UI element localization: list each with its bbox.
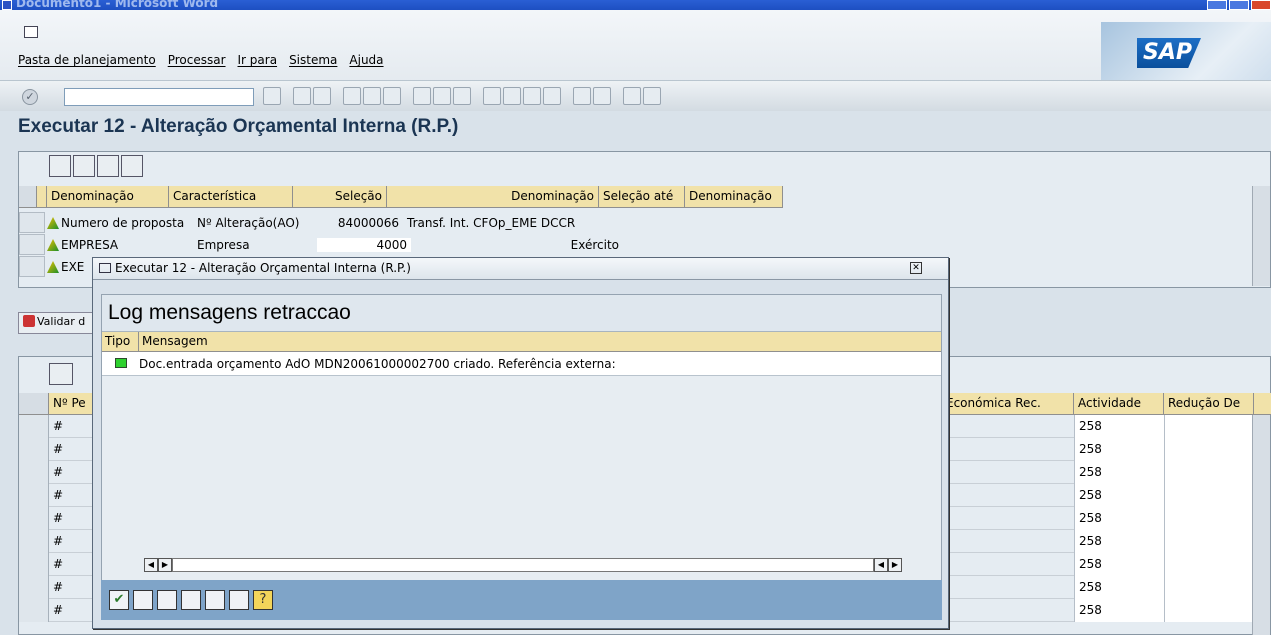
table-row[interactable]: EMPRESA Empresa 4000 Exército <box>19 234 623 255</box>
prev-page-icon[interactable] <box>503 87 521 105</box>
word-title-bar: Documento1 - Microsoft Word <box>0 0 1271 10</box>
selection-scrollbar[interactable] <box>1252 186 1270 286</box>
word-app-icon <box>2 0 12 10</box>
delete-icon[interactable] <box>97 155 119 177</box>
dialog-close-icon[interactable]: ✕ <box>910 262 922 274</box>
scroll-right-icon[interactable]: ▶ <box>158 558 172 572</box>
layout-icon[interactable] <box>229 590 249 610</box>
menu-ir-para[interactable]: Ir para <box>238 53 278 67</box>
validate-icon <box>23 315 35 327</box>
selecao-input[interactable]: 4000 <box>317 237 411 252</box>
select-all-icon[interactable] <box>19 186 37 208</box>
col-denominacao[interactable]: Denominação <box>47 186 169 208</box>
lower-scrollbar[interactable] <box>1252 415 1270 635</box>
print-icon[interactable] <box>133 590 153 610</box>
col-tipo[interactable]: Tipo <box>102 332 139 351</box>
select-all-icon[interactable] <box>19 393 49 414</box>
log-header: Tipo Mensagem <box>102 332 941 352</box>
log-hscroll[interactable]: ◀ ▶ ◀ ▶ <box>144 557 902 573</box>
command-field[interactable] <box>64 88 254 106</box>
new-session-icon[interactable] <box>573 87 591 105</box>
dialog-title-bar: Executar 12 - Alteração Orçamental Inter… <box>93 258 948 280</box>
menu-sistema[interactable]: Sistema <box>289 53 337 67</box>
col-actividade[interactable]: Actividade <box>1074 393 1164 414</box>
scroll-left-icon-2[interactable]: ◀ <box>874 558 888 572</box>
menu-ajuda[interactable]: Ajuda <box>349 53 383 67</box>
shortcut-icon[interactable] <box>593 87 611 105</box>
next-page-icon[interactable] <box>523 87 541 105</box>
log-message-text: Doc.entrada orçamento AdO MDN20061000002… <box>139 356 616 371</box>
print-icon[interactable] <box>413 87 431 105</box>
col-mensagem[interactable]: Mensagem <box>139 332 939 351</box>
details-icon[interactable] <box>49 363 73 385</box>
log-title: Log mensagens retraccao <box>102 295 941 332</box>
minimize-icon[interactable] <box>1207 0 1227 10</box>
save-icon[interactable] <box>313 87 331 105</box>
col-reducao[interactable]: Redução De <box>1164 393 1254 414</box>
filter-icon[interactable] <box>157 590 177 610</box>
log-message-row[interactable]: Doc.entrada orçamento AdO MDN20061000002… <box>102 352 941 376</box>
col-denominacao-2[interactable]: Denominação <box>387 186 599 208</box>
col-caracteristica[interactable]: Característica <box>169 186 293 208</box>
hierarchy-icon <box>47 261 59 273</box>
menu-processar[interactable]: Processar <box>168 53 226 67</box>
log-dialog: Executar 12 - Alteração Orçamental Inter… <box>92 257 949 629</box>
row-selector[interactable] <box>19 212 45 233</box>
continue-check-icon[interactable]: ✔ <box>109 590 129 610</box>
find-icon[interactable] <box>433 87 451 105</box>
window-controls <box>1207 0 1271 10</box>
sap-header: Pasta de planejamento Processar Ir para … <box>0 10 1271 111</box>
standard-toolbar: ✓ <box>0 80 1271 111</box>
menu-pasta[interactable]: Pasta de planejamento <box>18 53 156 67</box>
hierarchy-icon <box>47 239 59 251</box>
first-page-icon[interactable] <box>483 87 501 105</box>
dialog-footer-toolbar: ✔ ? <box>101 580 942 620</box>
col-economica[interactable]: Económica Rec. <box>942 393 1074 414</box>
selection-toolbar <box>49 155 143 177</box>
dialog-window-icon <box>99 263 111 273</box>
find-icon[interactable] <box>181 590 201 610</box>
selection-grid-header: Denominação Característica Seleção Denom… <box>19 186 783 208</box>
row-selector[interactable] <box>19 234 45 255</box>
window-title: Documento1 - Microsoft Word <box>16 0 219 10</box>
refresh-icon[interactable] <box>73 155 95 177</box>
back-icon[interactable] <box>343 87 361 105</box>
dialog-title: Executar 12 - Alteração Orçamental Inter… <box>115 261 411 275</box>
row-selector[interactable] <box>19 256 45 277</box>
col-denominacao-3[interactable]: Denominação <box>685 186 783 208</box>
hierarchy-icon <box>47 217 59 229</box>
col-selecao[interactable]: Seleção <box>293 186 387 208</box>
col-selecao-ate[interactable]: Seleção até <box>599 186 685 208</box>
scroll-right-icon-2[interactable]: ▶ <box>888 558 902 572</box>
back-arrow-icon[interactable] <box>293 87 311 105</box>
help-icon[interactable] <box>623 87 641 105</box>
find-next-icon[interactable] <box>453 87 471 105</box>
toolbar-icons <box>263 87 661 105</box>
validate-button[interactable]: Validar d <box>18 312 98 334</box>
dialog-body: Log mensagens retraccao Tipo Mensagem Do… <box>101 294 942 581</box>
page-title: Executar 12 - Alteração Orçamental Inter… <box>18 116 459 137</box>
last-page-icon[interactable] <box>543 87 561 105</box>
close-icon[interactable] <box>1251 0 1271 10</box>
cancel-icon[interactable] <box>383 87 401 105</box>
table-row[interactable]: Numero de proposta Nº Alteração(AO) 8400… <box>19 212 623 233</box>
help-icon[interactable]: ? <box>253 590 273 610</box>
exit-icon[interactable] <box>363 87 381 105</box>
enter-icon[interactable]: ✓ <box>22 89 38 105</box>
history-icon[interactable] <box>263 87 281 105</box>
system-menu-icon[interactable] <box>24 26 38 38</box>
layout-menu-icon[interactable] <box>643 87 661 105</box>
success-led-icon <box>114 357 127 368</box>
set-filter-icon[interactable] <box>205 590 225 610</box>
sap-logo: SAP <box>1137 38 1201 68</box>
variant-icon[interactable] <box>49 155 71 177</box>
restore-icon[interactable] <box>1229 0 1249 10</box>
edit-icon[interactable] <box>121 155 143 177</box>
menu-bar: Pasta de planejamento Processar Ir para … <box>18 53 396 67</box>
scroll-left-icon[interactable]: ◀ <box>144 558 158 572</box>
